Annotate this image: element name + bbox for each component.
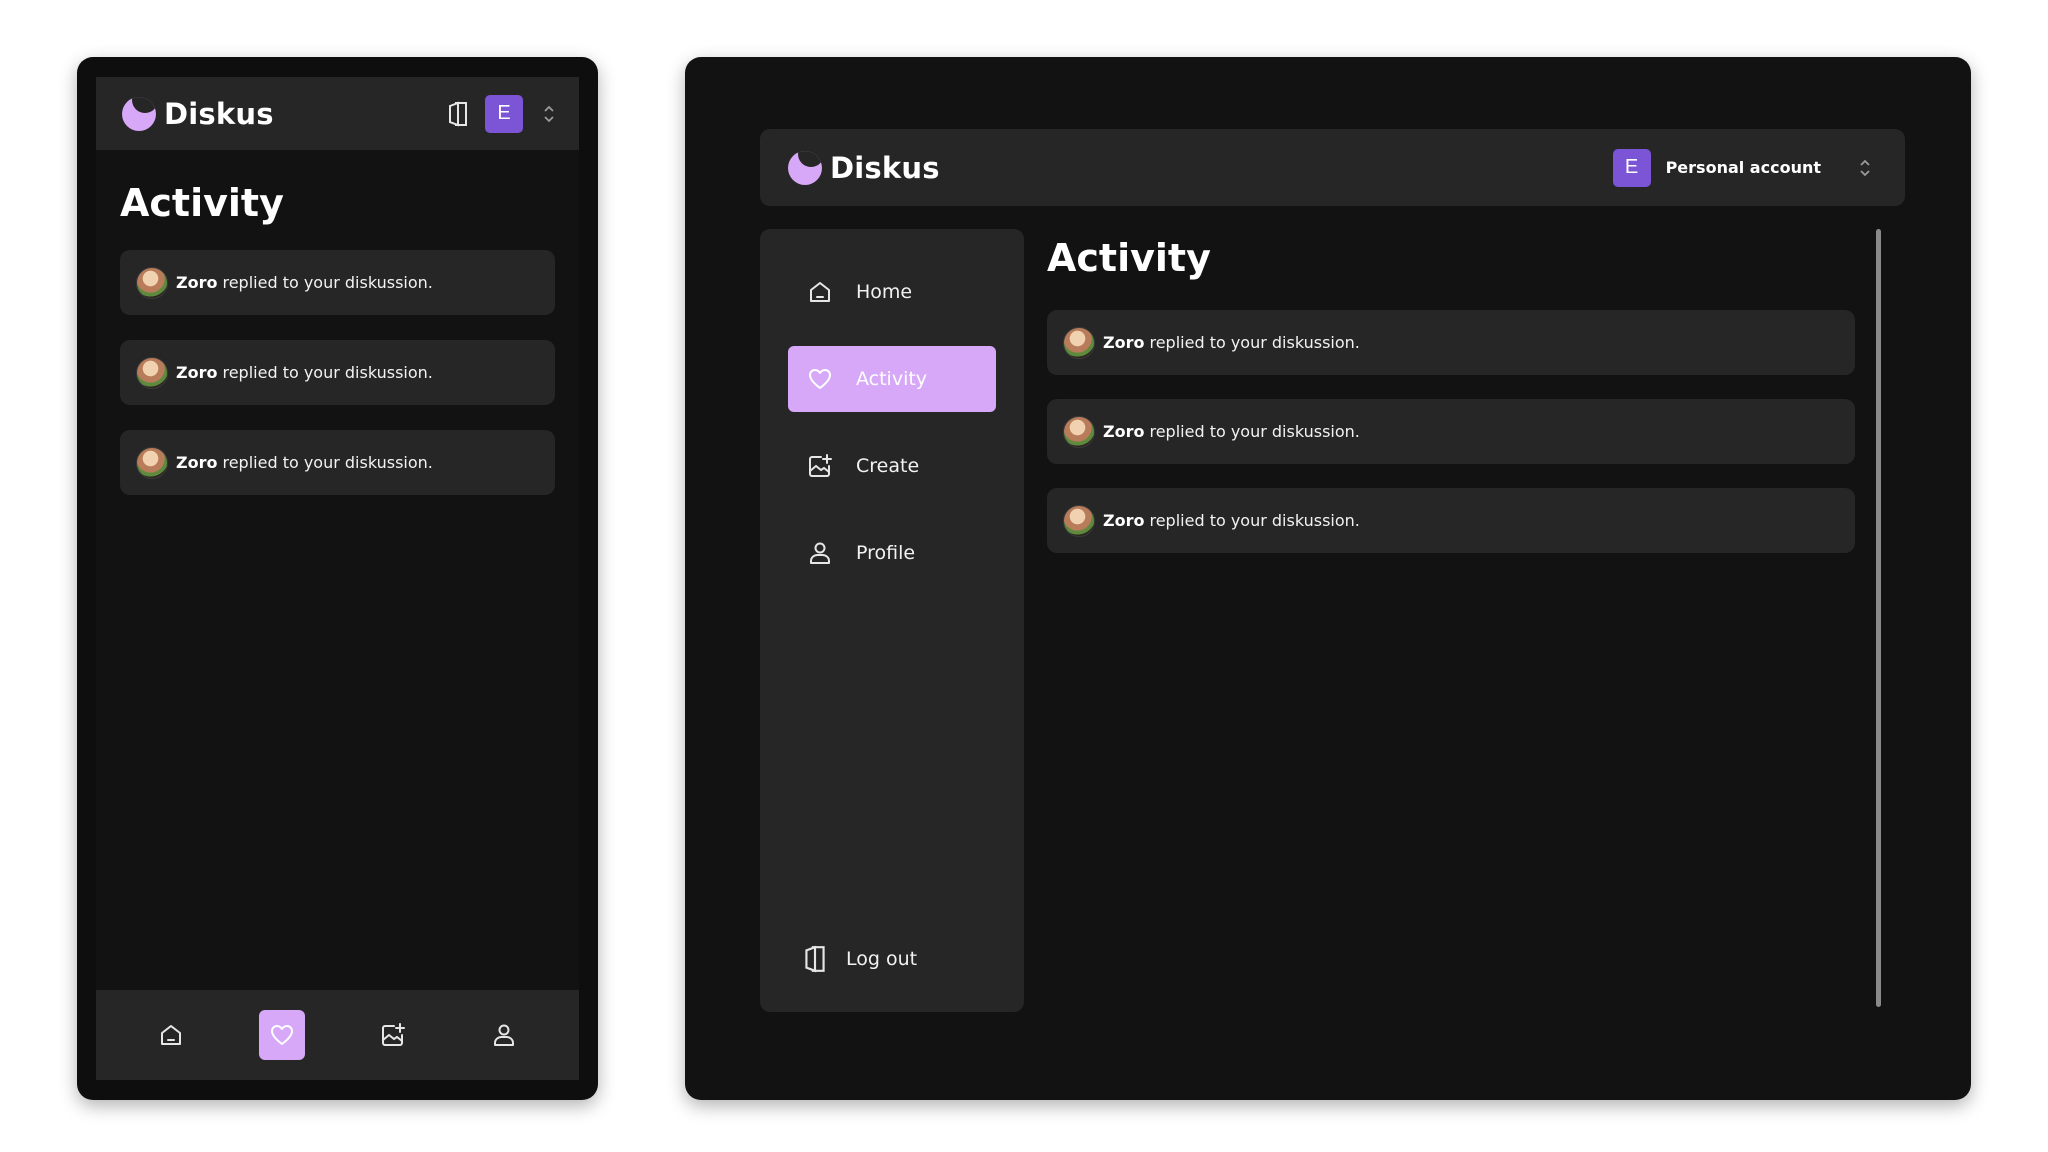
sidebar-logout-button[interactable]: Log out <box>788 926 996 992</box>
sidebar-item-label: Profile <box>856 542 916 564</box>
account-switcher-chevrons-icon[interactable] <box>543 103 555 125</box>
sidebar-item-home[interactable]: Home <box>788 259 996 325</box>
sidebar-item-create[interactable]: Create <box>788 433 996 499</box>
notification-item[interactable]: Zoro replied to your diskussion. <box>120 340 555 405</box>
app-name: Diskus <box>830 150 940 185</box>
notification-user[interactable]: Zoro <box>176 363 217 382</box>
image-add-icon <box>381 1023 405 1046</box>
sidebar-item-label: Activity <box>856 368 928 390</box>
notification-item[interactable]: Zoro replied to your diskussion. <box>120 430 555 495</box>
mobile-screen: Diskus E Activity Zoro replied to your d… <box>96 77 579 1080</box>
sidebar-item-label: Home <box>856 281 913 303</box>
notification-text: replied to your diskussion. <box>1149 333 1360 352</box>
notification-text: replied to your diskussion. <box>222 363 433 382</box>
page-title: Activity <box>1047 236 1211 280</box>
diskus-logo-icon <box>788 150 822 185</box>
user-avatar <box>136 356 168 389</box>
sidebar-item-label: Create <box>856 455 920 477</box>
desktop-header: Diskus E Personal account <box>760 129 1905 206</box>
tab-create[interactable] <box>370 1010 416 1060</box>
logout-icon <box>805 945 825 973</box>
notification-list: Zoro replied to your diskussion. Zoro re… <box>120 250 555 495</box>
notification-user[interactable]: Zoro <box>1103 333 1144 352</box>
home-icon <box>161 1025 182 1045</box>
user-avatar <box>1063 504 1095 537</box>
notification-text: replied to your diskussion. <box>222 453 433 472</box>
notification-item[interactable]: Zoro replied to your diskussion. <box>120 250 555 315</box>
user-icon <box>493 1024 514 1046</box>
notification-item[interactable]: Zoro replied to your diskussion. <box>1047 399 1855 464</box>
desktop-frame: Diskus E Personal account Home Activity <box>685 57 1971 1100</box>
main-content: Activity Zoro replied to your diskussion… <box>1047 229 1855 577</box>
heart-icon <box>271 1025 294 1045</box>
home-icon <box>810 282 830 302</box>
image-add-icon <box>809 454 832 477</box>
user-avatar <box>136 266 168 299</box>
mobile-header: Diskus E <box>96 77 579 150</box>
heart-icon <box>809 369 831 389</box>
account-avatar[interactable]: E <box>485 94 523 133</box>
sidebar: Home Activity Create Profile Log out <box>760 229 1024 1012</box>
sidebar-item-activity[interactable]: Activity <box>788 346 996 412</box>
account-switcher-label[interactable]: Personal account <box>1666 158 1821 177</box>
user-avatar <box>1063 415 1095 448</box>
sidebar-item-profile[interactable]: Profile <box>788 520 996 586</box>
notification-text: replied to your diskussion. <box>222 273 433 292</box>
user-avatar <box>136 446 168 479</box>
notification-user[interactable]: Zoro <box>1103 422 1144 441</box>
user-icon <box>810 542 830 564</box>
mobile-bottom-nav <box>96 990 579 1080</box>
logout-label: Log out <box>846 948 918 970</box>
notification-list: Zoro replied to your diskussion. Zoro re… <box>1047 310 1855 553</box>
scrollbar[interactable] <box>1876 229 1881 1007</box>
app-name: Diskus <box>164 96 274 131</box>
logout-icon[interactable] <box>447 100 469 128</box>
tab-profile[interactable] <box>481 1010 527 1060</box>
notification-text: replied to your diskussion. <box>1149 511 1360 530</box>
user-avatar <box>1063 326 1095 359</box>
mobile-frame: Diskus E Activity Zoro replied to your d… <box>77 57 598 1100</box>
notification-item[interactable]: Zoro replied to your diskussion. <box>1047 310 1855 375</box>
diskus-logo-icon <box>122 96 156 131</box>
notification-user[interactable]: Zoro <box>1103 511 1144 530</box>
tab-home[interactable] <box>148 1010 194 1060</box>
page-title: Activity <box>120 181 284 225</box>
notification-user[interactable]: Zoro <box>176 273 217 292</box>
notification-item[interactable]: Zoro replied to your diskussion. <box>1047 488 1855 553</box>
tab-activity[interactable] <box>259 1010 306 1060</box>
account-switcher-chevrons-icon[interactable] <box>1859 157 1871 179</box>
notification-user[interactable]: Zoro <box>176 453 217 472</box>
account-avatar[interactable]: E <box>1612 148 1651 187</box>
notification-text: replied to your diskussion. <box>1149 422 1360 441</box>
